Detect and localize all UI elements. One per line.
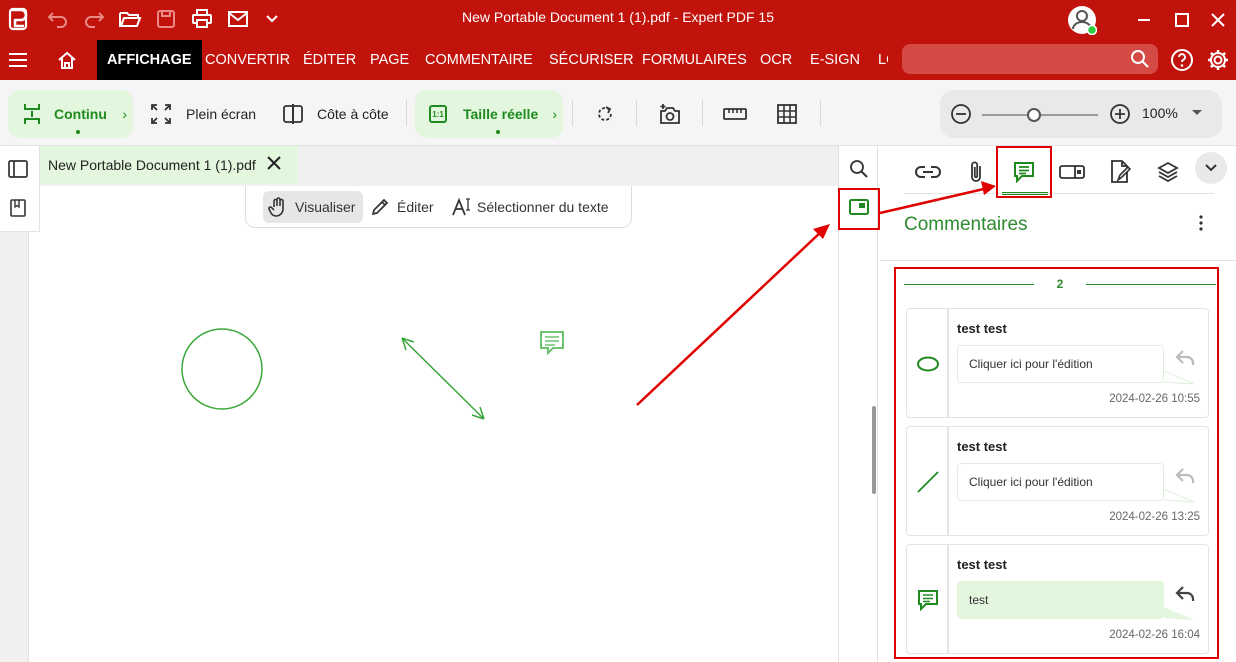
annotation-arrows [636,181,996,406]
